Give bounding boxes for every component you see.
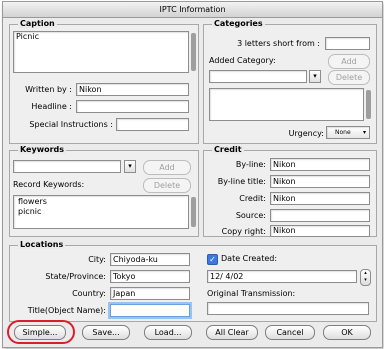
headline-label: Headline : xyxy=(31,102,72,111)
keyword-list-scrollbar[interactable] xyxy=(191,197,196,227)
list-item[interactable]: flowers xyxy=(16,197,188,207)
added-category-label: Added Category: xyxy=(209,56,276,65)
keyword-add-button[interactable]: Add xyxy=(143,160,191,175)
record-keywords-label: Record Keywords: xyxy=(13,180,85,189)
category-input[interactable] xyxy=(209,70,307,83)
source-field[interactable] xyxy=(270,209,370,222)
copyright-label: Copy right: xyxy=(221,227,266,236)
city-field[interactable]: Chiyoda-ku xyxy=(110,253,190,266)
headline-field[interactable] xyxy=(76,100,189,113)
credit-field[interactable]: Nikon xyxy=(270,192,370,205)
caption-scrollbar[interactable] xyxy=(191,33,196,71)
byline-field[interactable]: Nikon xyxy=(270,158,370,171)
keyword-delete-button[interactable]: Delete xyxy=(143,178,191,193)
category-list-scrollbar[interactable] xyxy=(366,90,371,119)
original-transmission-label: Original Transmission: xyxy=(207,289,296,298)
short-from-field[interactable] xyxy=(325,37,370,50)
byline-title-label: By-line title: xyxy=(217,177,266,186)
keyword-list[interactable]: flowers picnic xyxy=(13,195,189,229)
category-list[interactable] xyxy=(209,88,364,121)
category-dropdown-icon[interactable]: ▾ xyxy=(309,70,321,83)
credit-group: Credit By-line: Nikon By-line title: Nik… xyxy=(203,145,377,237)
keyword-dropdown-icon[interactable]: ▾ xyxy=(124,160,136,173)
date-created-field[interactable]: 12/ 4/02 xyxy=(207,270,357,283)
source-label: Source: xyxy=(235,211,266,220)
date-created-label: Date Created: xyxy=(221,254,278,263)
caption-group: Caption Picnic Written by : Nikon Headli… xyxy=(9,19,199,144)
title-object-name-field[interactable] xyxy=(110,304,190,317)
state-label: State/Province: xyxy=(45,272,106,281)
categories-group: Categories 3 letters short from : Added … xyxy=(203,19,377,144)
date-created-checkbox[interactable]: ✓ xyxy=(207,254,218,265)
title-object-name-label: Title(Object Name): xyxy=(27,306,106,315)
category-delete-button[interactable]: Delete xyxy=(328,70,370,85)
credit-legend: Credit xyxy=(212,145,244,154)
simple-button-highlight xyxy=(7,320,75,344)
urgency-label: Urgency: xyxy=(288,129,324,138)
category-add-button[interactable]: Add xyxy=(328,54,370,69)
save-button[interactable]: Save... xyxy=(82,325,130,340)
date-stepper[interactable]: ▴ ▾ xyxy=(360,269,371,286)
special-instructions-label: Special Instructions : xyxy=(29,120,113,129)
country-field[interactable]: Japan xyxy=(110,287,190,300)
cancel-button[interactable]: Cancel xyxy=(265,325,315,340)
keyword-input[interactable] xyxy=(13,160,121,173)
keywords-legend: Keywords xyxy=(18,145,67,154)
credit-label: Credit: xyxy=(239,194,266,203)
all-clear-button[interactable]: All Clear xyxy=(206,325,258,340)
ok-button[interactable]: OK xyxy=(323,325,371,340)
short-from-label: 3 letters short from : xyxy=(237,39,320,48)
urgency-value: None xyxy=(335,129,351,136)
caption-textarea[interactable]: Picnic xyxy=(13,31,189,73)
locations-legend: Locations xyxy=(18,240,66,249)
caption-legend: Caption xyxy=(18,19,57,28)
load-button[interactable]: Load... xyxy=(144,325,192,340)
original-transmission-field[interactable] xyxy=(207,302,369,315)
special-instructions-field[interactable] xyxy=(116,118,189,131)
list-item[interactable]: picnic xyxy=(16,207,188,217)
chevron-down-icon: ▾ xyxy=(362,129,366,136)
written-by-field[interactable]: Nikon xyxy=(76,83,189,96)
locations-group: Locations City: Chiyoda-ku State/Provinc… xyxy=(9,240,377,322)
iptc-dialog: IPTC Information Caption Picnic Written … xyxy=(2,1,383,348)
copyright-field[interactable]: Nikon xyxy=(270,225,370,237)
byline-label: By-line: xyxy=(235,160,266,169)
byline-title-field[interactable]: Nikon xyxy=(270,175,370,188)
state-field[interactable]: Tokyo xyxy=(110,270,190,283)
country-label: Country: xyxy=(72,289,106,298)
written-by-label: Written by : xyxy=(25,85,72,94)
urgency-select[interactable]: None ▾ xyxy=(326,126,370,139)
window-title: IPTC Information xyxy=(3,2,382,18)
city-label: City: xyxy=(88,255,106,264)
caption-text: Picnic xyxy=(16,32,39,41)
keywords-group: Keywords ▾ Add Record Keywords: Delete f… xyxy=(9,145,199,237)
categories-legend: Categories xyxy=(212,19,265,28)
